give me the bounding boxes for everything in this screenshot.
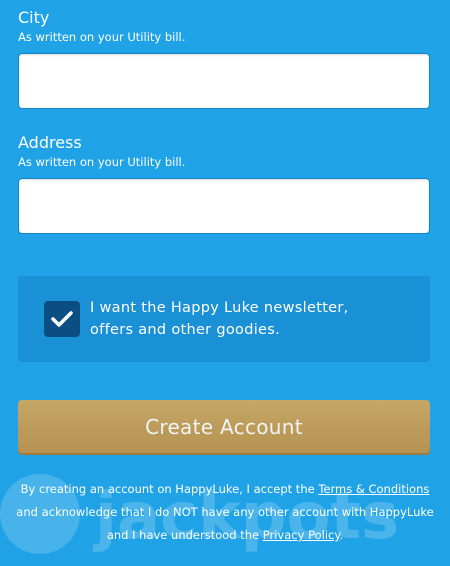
terms-conditions-link[interactable]: Terms & Conditions [318, 482, 429, 496]
city-label: City [18, 8, 50, 27]
newsletter-checkbox[interactable] [44, 301, 80, 337]
checkmark-icon [51, 311, 73, 327]
terms-text-part3: . [339, 528, 344, 542]
privacy-policy-link[interactable]: Privacy Policy [263, 528, 340, 542]
address-hint: As written on your Utility bill. [18, 155, 186, 169]
newsletter-panel: I want the Happy Luke newsletter, offers… [18, 276, 430, 362]
newsletter-label: I want the Happy Luke newsletter, offers… [90, 300, 349, 338]
city-field-group: City As written on your Utility bill. [18, 8, 430, 109]
address-field-group: Address As written on your Utility bill. [18, 133, 430, 234]
terms-text-part1: By creating an account on HappyLuke, I a… [20, 482, 319, 496]
address-label: Address [18, 133, 82, 152]
city-hint: As written on your Utility bill. [18, 30, 186, 44]
address-input[interactable] [18, 178, 430, 234]
city-input[interactable] [18, 53, 430, 109]
create-account-button[interactable]: Create Account [18, 400, 430, 453]
terms-text: By creating an account on HappyLuke, I a… [14, 478, 436, 547]
terms-text-part2: and acknowledge that I do NOT have any o… [16, 505, 434, 542]
